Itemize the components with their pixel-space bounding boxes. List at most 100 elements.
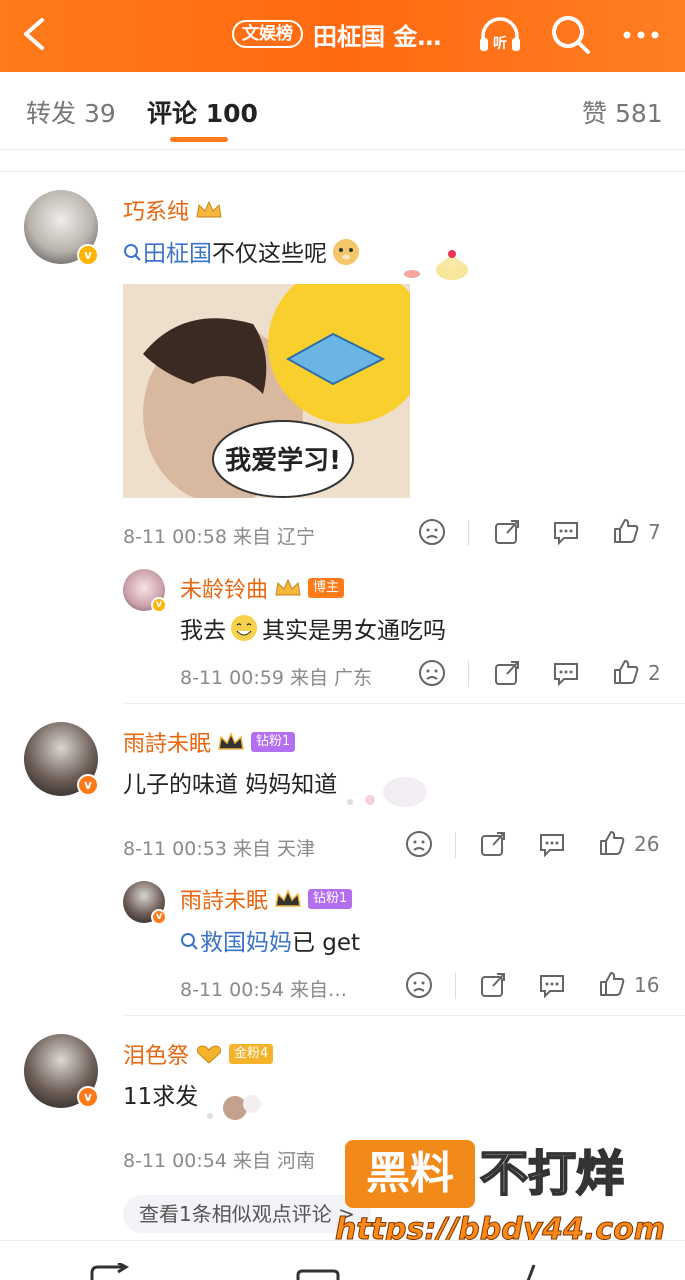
share-icon[interactable] xyxy=(493,659,521,687)
repost-icon[interactable] xyxy=(88,1263,132,1280)
dislike-face-icon[interactable] xyxy=(418,659,446,687)
like-thumb-icon[interactable] xyxy=(612,517,640,545)
comment-icon[interactable] xyxy=(295,1269,341,1280)
dislike-face-icon[interactable] xyxy=(405,830,433,858)
photo-caption: 我爱学习! xyxy=(225,445,341,476)
reply-meta: 8-11 00:54 来自… xyxy=(180,975,347,1002)
verified-badge-icon: v xyxy=(77,1086,99,1108)
comment-divider xyxy=(123,703,685,704)
topic-search-icon xyxy=(124,244,141,261)
reply-username[interactable]: 雨詩未眠 钻粉1 xyxy=(180,883,353,915)
comment-divider xyxy=(123,1015,685,1016)
view-similar-comments-button[interactable]: 查看1条相似观点评论 > xyxy=(123,1195,371,1233)
crown-icon xyxy=(275,578,301,596)
like-icon[interactable] xyxy=(518,1263,542,1280)
verified-badge-icon: v xyxy=(151,909,167,925)
reply-text: 救国妈妈已 get xyxy=(180,923,360,957)
topic-link[interactable]: 田柾国 xyxy=(123,234,212,268)
comment-username[interactable]: 泪色祭 金粉4 xyxy=(123,1038,274,1070)
like-count: 2 xyxy=(648,661,661,685)
like-count: 16 xyxy=(634,973,660,997)
comment-location: 来自 辽宁 xyxy=(232,526,316,548)
comment-meta: 8-11 00:53 来自 天津 xyxy=(123,834,315,861)
bottom-toolbar xyxy=(0,1240,685,1280)
verified-badge-icon: v xyxy=(151,597,167,613)
crown-icon xyxy=(218,732,244,750)
divider xyxy=(455,973,456,999)
listen-headphones-icon[interactable]: 听 xyxy=(475,10,525,60)
tab-comments-count: 100 xyxy=(205,99,258,128)
fan-level-badge: 金粉4 xyxy=(229,1044,274,1064)
crown-icon xyxy=(275,889,301,907)
topic-title: 田柾国 金… xyxy=(313,22,442,51)
reply-text: 我去 其实是男女通吃吗 xyxy=(180,611,446,645)
topic-ranking-tag: 文娱榜 xyxy=(232,20,303,48)
username-text: 未龄铃曲 xyxy=(180,578,269,603)
reply-location: 来自… xyxy=(289,979,347,1001)
tab-repost[interactable]: 转发 39 xyxy=(26,94,116,130)
comment-text: 11求发 xyxy=(123,1084,199,1110)
comment-body: 不仅这些呢 xyxy=(212,241,327,267)
share-icon[interactable] xyxy=(479,830,507,858)
reply-body: 已 get xyxy=(292,930,361,956)
comment-text: 田柾国 不仅这些呢 xyxy=(123,234,361,268)
like-thumb-icon[interactable] xyxy=(598,970,626,998)
dislike-face-icon[interactable] xyxy=(418,518,446,546)
username-text: 巧系纯 xyxy=(123,200,190,225)
comment-time: 8-11 00:54 xyxy=(123,1150,227,1172)
reply-icon[interactable] xyxy=(538,971,566,999)
heart-crown-icon xyxy=(197,1045,222,1064)
comment-username[interactable]: 雨詩未眠 钻粉1 xyxy=(123,726,296,758)
comment-time: 8-11 00:58 xyxy=(123,526,227,548)
comment-username[interactable]: 巧系纯 xyxy=(123,194,223,226)
topic-text: 救国妈妈 xyxy=(200,930,292,956)
divider xyxy=(468,661,469,687)
like-thumb-icon[interactable] xyxy=(598,829,626,857)
more-options-icon[interactable] xyxy=(617,10,667,60)
topic-link[interactable]: 救国妈妈 xyxy=(180,923,292,957)
search-icon[interactable] xyxy=(546,10,596,60)
reply-body-part: 其实是男女通吃吗 xyxy=(262,618,446,644)
divider xyxy=(468,520,469,546)
reply-username[interactable]: 未龄铃曲 博主 xyxy=(180,572,345,604)
watermark-text: 不打烊 xyxy=(479,1145,625,1203)
reply-location: 来自 广东 xyxy=(289,667,373,689)
like-thumb-icon[interactable] xyxy=(612,658,640,686)
reply-time: 8-11 00:59 xyxy=(180,667,284,689)
reply-icon[interactable] xyxy=(538,830,566,858)
comment-time: 8-11 00:53 xyxy=(123,838,227,860)
top-bar: 文娱榜 田柾国 金… 听 xyxy=(0,0,685,72)
watermark-box: 黑料 xyxy=(345,1140,475,1208)
share-icon[interactable] xyxy=(479,971,507,999)
verified-badge-icon: v xyxy=(77,774,99,796)
comment-location: 来自 天津 xyxy=(232,838,316,860)
like-count: 26 xyxy=(634,832,660,856)
tab-likes[interactable]: 赞 581 xyxy=(582,94,663,130)
topic-header[interactable]: 文娱榜 田柾国 金… xyxy=(232,14,441,54)
decorative-sticker-icon xyxy=(207,1095,261,1120)
username-text: 泪色祭 xyxy=(123,1044,190,1069)
username-text: 雨詩未眠 xyxy=(180,889,269,914)
tab-comments-label: 评论 xyxy=(147,99,198,128)
comment-text: 儿子的味道 妈妈知道 xyxy=(123,772,338,798)
topic-text: 田柾国 xyxy=(143,241,212,267)
reply-icon[interactable] xyxy=(552,659,580,687)
svg-text:听: 听 xyxy=(493,35,507,52)
decorative-cloud-icon xyxy=(347,777,427,807)
tab-bar: 转发 39 评论 100 赞 581 xyxy=(0,72,685,150)
comment-photo[interactable]: 我爱学习! xyxy=(123,284,410,498)
scrolled-previous-row xyxy=(0,150,685,172)
back-arrow-icon[interactable] xyxy=(14,12,54,56)
comment-meta: 8-11 00:58 来自 辽宁 xyxy=(123,522,315,549)
like-count: 7 xyxy=(648,520,661,544)
crown-icon xyxy=(196,200,222,218)
comment-meta: 8-11 00:54 来自 河南 xyxy=(123,1146,315,1173)
share-icon[interactable] xyxy=(493,518,521,546)
username-text: 雨詩未眠 xyxy=(123,732,212,757)
dislike-face-icon[interactable] xyxy=(405,971,433,999)
reply-body-part: 我去 xyxy=(180,618,226,644)
reply-icon[interactable] xyxy=(552,518,580,546)
tab-comments[interactable]: 评论 100 xyxy=(147,94,258,130)
fan-level-badge: 钻粉1 xyxy=(308,889,353,909)
reply-meta: 8-11 00:59 来自 广东 xyxy=(180,663,372,690)
